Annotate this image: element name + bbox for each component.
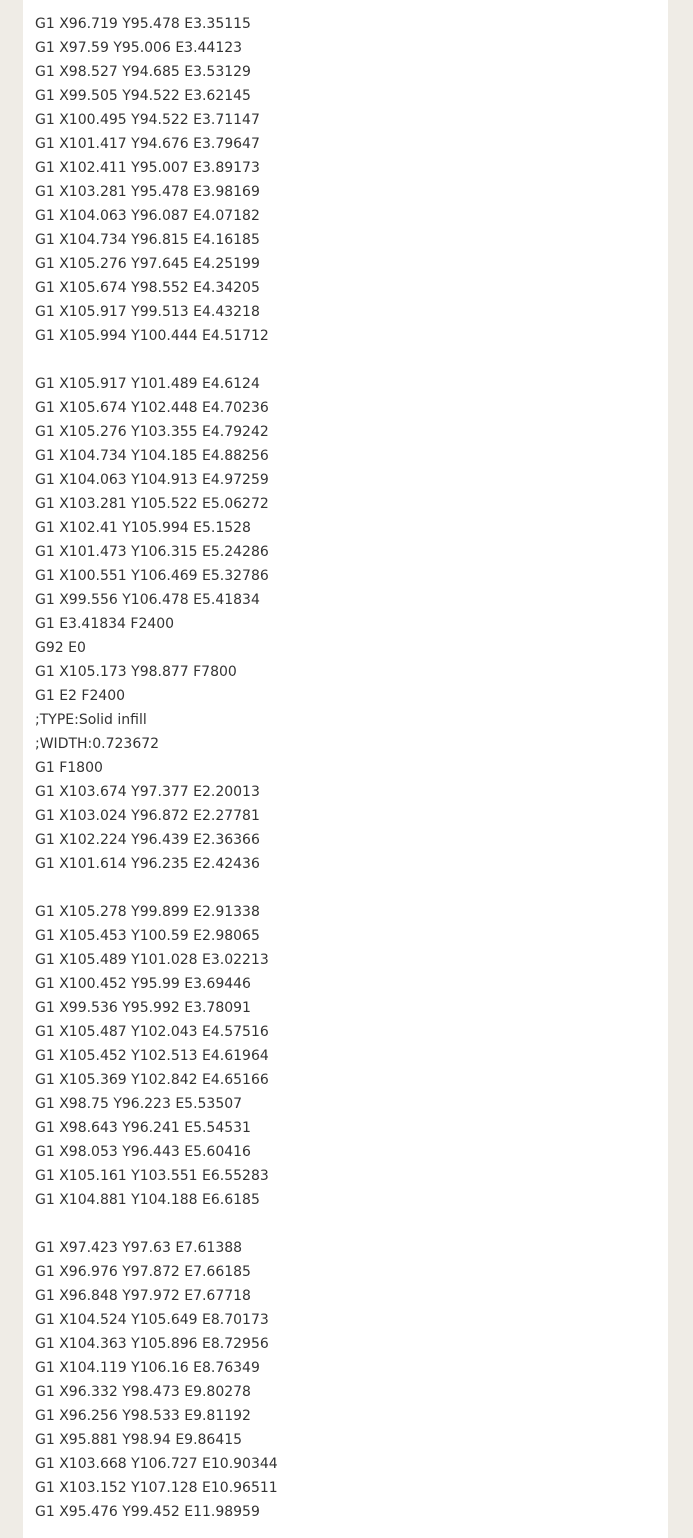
gcode-listing: G1 X96.719 Y95.478 E3.35115 G1 X97.59 Y95… — [35, 12, 668, 1524]
gcode-line: G1 E2 F2400 — [35, 688, 126, 704]
gcode-line: G1 X104.734 Y96.815 E4.16185 — [35, 232, 260, 248]
gcode-line: G1 X96.719 Y95.478 E3.35115 — [35, 16, 251, 32]
gcode-line: G1 X105.994 Y100.444 E4.51712 — [35, 328, 269, 344]
gcode-line: G1 X99.536 Y95.992 E3.78091 — [35, 1000, 251, 1016]
gcode-line: G1 X103.281 Y105.522 E5.06272 — [35, 496, 269, 512]
gcode-line: G1 E3.41834 F2400 — [35, 616, 175, 632]
gcode-line: G1 X105.917 Y99.513 E4.43218 — [35, 304, 260, 320]
gcode-line: G1 F1800 — [35, 760, 103, 776]
gcode-line: G1 X105.173 Y98.877 F7800 — [35, 664, 237, 680]
gcode-line: G1 X100.495 Y94.522 E3.71147 — [35, 112, 260, 128]
gcode-line: G1 X105.487 Y102.043 E4.57516 — [35, 1024, 269, 1040]
gcode-line: G1 X105.161 Y103.551 E6.55283 — [35, 1168, 269, 1184]
gcode-line: G1 X105.674 Y98.552 E4.34205 — [35, 280, 260, 296]
gcode-line: G1 X105.453 Y100.59 E2.98065 — [35, 928, 260, 944]
gcode-line: G1 X104.119 Y106.16 E8.76349 — [35, 1360, 260, 1376]
gcode-line: G1 X102.41 Y105.994 E5.1528 — [35, 520, 251, 536]
gcode-line: G1 X105.917 Y101.489 E4.6124 — [35, 376, 260, 392]
gcode-line: G1 X98.643 Y96.241 E5.54531 — [35, 1120, 251, 1136]
gcode-line: G1 X103.024 Y96.872 E2.27781 — [35, 808, 260, 824]
gcode-block: G1 X96.719 Y95.478 E3.35115 G1 X97.59 Y95… — [35, 12, 668, 348]
gcode-line: G1 X103.281 Y95.478 E3.98169 — [35, 184, 260, 200]
gcode-line: G1 X101.473 Y106.315 E5.24286 — [35, 544, 269, 560]
gcode-line: G1 X105.452 Y102.513 E4.61964 — [35, 1048, 269, 1064]
gcode-line: G1 X105.369 Y102.842 E4.65166 — [35, 1072, 269, 1088]
gcode-line: G92 E0 — [35, 640, 86, 656]
gcode-line: G1 X104.063 Y104.913 E4.97259 — [35, 472, 269, 488]
gcode-line: G1 X100.452 Y95.99 E3.69446 — [35, 976, 251, 992]
gcode-line: G1 X105.276 Y97.645 E4.25199 — [35, 256, 260, 272]
gcode-line: G1 X105.489 Y101.028 E3.02213 — [35, 952, 269, 968]
gcode-line: G1 X98.527 Y94.685 E3.53129 — [35, 64, 251, 80]
gcode-line: G1 X103.152 Y107.128 E10.96511 — [35, 1480, 278, 1496]
gcode-block: G1 X105.917 Y101.489 E4.6124 G1 X105.674 … — [35, 372, 668, 876]
gcode-line: G1 X99.556 Y106.478 E5.41834 — [35, 592, 260, 608]
gcode-line: ;WIDTH:0.723672 — [35, 736, 160, 752]
gcode-line: G1 X104.063 Y96.087 E4.07182 — [35, 208, 260, 224]
gcode-line: G1 X105.276 Y103.355 E4.79242 — [35, 424, 269, 440]
gcode-block: G1 X97.423 Y97.63 E7.61388 G1 X96.976 Y97… — [35, 1236, 668, 1524]
gcode-line: G1 X104.734 Y104.185 E4.88256 — [35, 448, 269, 464]
gcode-line: G1 X95.476 Y99.452 E11.98959 — [35, 1504, 260, 1520]
gcode-line: G1 X96.848 Y97.972 E7.67718 — [35, 1288, 251, 1304]
gcode-line: G1 X104.363 Y105.896 E8.72956 — [35, 1336, 269, 1352]
gcode-line: G1 X103.674 Y97.377 E2.20013 — [35, 784, 260, 800]
gcode-line: G1 X105.278 Y99.899 E2.91338 — [35, 904, 260, 920]
gcode-line: G1 X98.053 Y96.443 E5.60416 — [35, 1144, 251, 1160]
gcode-line: G1 X104.881 Y104.188 E6.6185 — [35, 1192, 260, 1208]
gcode-panel: G1 X96.719 Y95.478 E3.35115 G1 X97.59 Y95… — [23, 0, 668, 1538]
gcode-line: G1 X103.668 Y106.727 E10.90344 — [35, 1456, 278, 1472]
gcode-line: G1 X96.332 Y98.473 E9.80278 — [35, 1384, 251, 1400]
gcode-line: G1 X99.505 Y94.522 E3.62145 — [35, 88, 251, 104]
gcode-block: G1 X105.278 Y99.899 E2.91338 G1 X105.453 … — [35, 900, 668, 1212]
gcode-line: G1 X98.75 Y96.223 E5.53507 — [35, 1096, 243, 1112]
gcode-line: ;TYPE:Solid infill — [35, 712, 147, 728]
gcode-line: G1 X102.224 Y96.439 E2.36366 — [35, 832, 260, 848]
gcode-line: G1 X96.256 Y98.533 E9.81192 — [35, 1408, 251, 1424]
gcode-line: G1 X104.524 Y105.649 E8.70173 — [35, 1312, 269, 1328]
gcode-line: G1 X95.881 Y98.94 E9.86415 — [35, 1432, 243, 1448]
gcode-line: G1 X97.423 Y97.63 E7.61388 — [35, 1240, 243, 1256]
gcode-line: G1 X105.674 Y102.448 E4.70236 — [35, 400, 269, 416]
gcode-line: G1 X101.614 Y96.235 E2.42436 — [35, 856, 260, 872]
gcode-line: G1 X97.59 Y95.006 E3.44123 — [35, 40, 243, 56]
gcode-line: G1 X102.411 Y95.007 E3.89173 — [35, 160, 260, 176]
gcode-line: G1 X101.417 Y94.676 E3.79647 — [35, 136, 260, 152]
gcode-line: G1 X100.551 Y106.469 E5.32786 — [35, 568, 269, 584]
gcode-line: G1 X96.976 Y97.872 E7.66185 — [35, 1264, 251, 1280]
